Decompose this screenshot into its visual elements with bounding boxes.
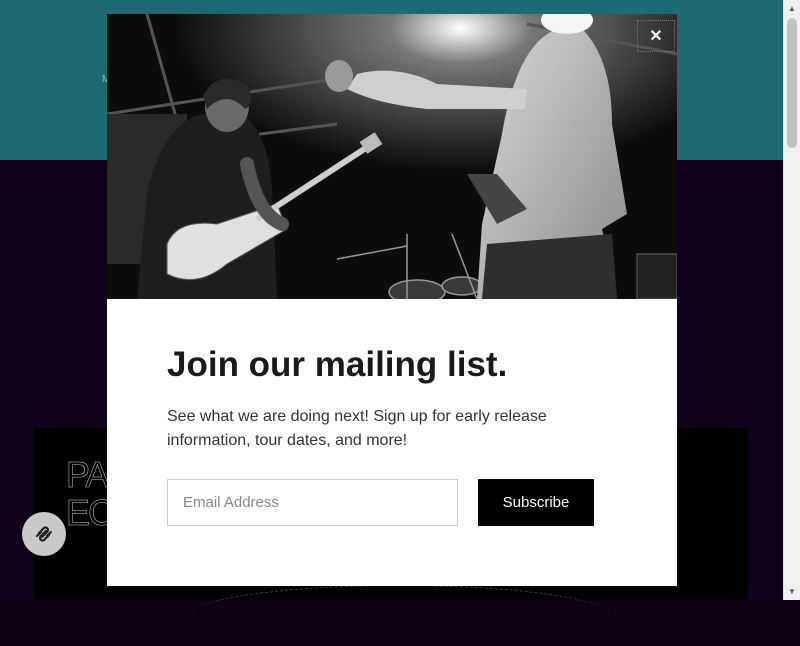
modal-title: Join our mailing list. <box>167 345 508 384</box>
subscribe-button[interactable]: Subscribe <box>478 479 594 526</box>
scrollbar[interactable]: ▲ ▼ <box>783 0 800 600</box>
scroll-up-icon[interactable]: ▲ <box>784 0 800 17</box>
close-button[interactable]: ✕ <box>637 20 675 52</box>
close-icon: ✕ <box>649 28 663 45</box>
scroll-thumb[interactable] <box>787 18 797 148</box>
modal-description: See what we are doing next! Sign up for … <box>167 408 547 449</box>
email-field[interactable] <box>167 479 458 526</box>
squarespace-badge[interactable] <box>22 512 66 556</box>
squarespace-logo-icon <box>35 526 53 542</box>
photo-illustration <box>107 14 677 299</box>
mailing-list-modal: ✕ Join our mailing list. See what we are… <box>107 14 677 586</box>
band-performance-photo: ✕ <box>107 14 677 299</box>
scroll-down-icon[interactable]: ▼ <box>784 583 800 600</box>
